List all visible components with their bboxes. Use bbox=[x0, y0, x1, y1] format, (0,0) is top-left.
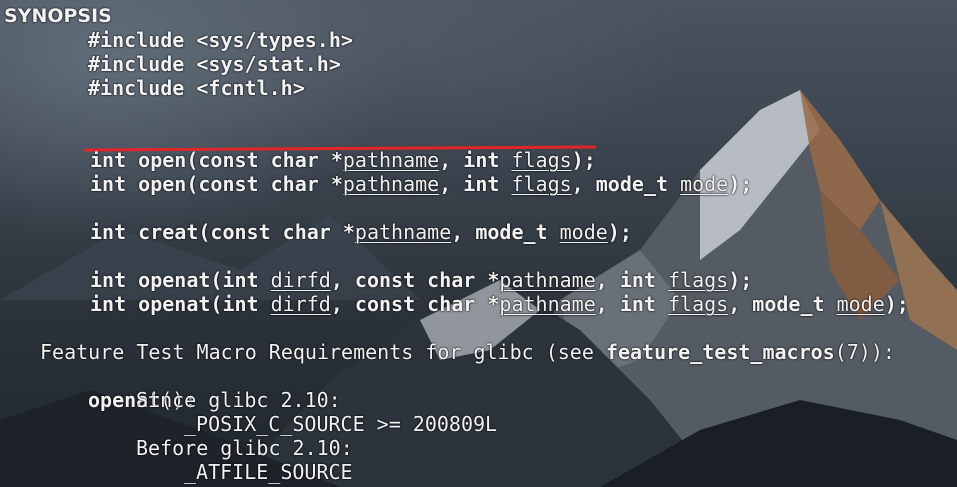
openat-mode-signature-end: ); bbox=[884, 292, 909, 316]
param-mode: mode bbox=[680, 172, 729, 196]
open-prototype-line: int open(const char *pathname, int flags… bbox=[90, 124, 596, 172]
atfile-source-macro: _ATFILE_SOURCE bbox=[184, 460, 353, 484]
feature-test-line: Feature Test Macro Requirements for glib… bbox=[40, 316, 895, 364]
param-mode: mode bbox=[559, 220, 608, 244]
include-sys-stat: #include <sys/stat.h> bbox=[88, 52, 341, 76]
include-fcntl: #include <fcntl.h> bbox=[88, 76, 305, 100]
since-glibc-label: Since glibc 2.10: bbox=[136, 388, 341, 412]
param-mode: mode bbox=[836, 292, 885, 316]
param-pathname: pathname bbox=[354, 220, 452, 244]
open-mode-signature-sep2: , mode_t bbox=[571, 172, 681, 196]
posix-c-source-macro: _POSIX_C_SOURCE >= 200809L bbox=[184, 412, 498, 436]
feature-test-macros-ref: feature_test_macros bbox=[605, 340, 835, 364]
openat-mode-signature-sep2: , int bbox=[595, 292, 668, 316]
open-mode-prototype-line: int open(const char *pathname, int flags… bbox=[90, 148, 752, 196]
openat-mode-prototype-line: int openat(int dirfd, const char *pathna… bbox=[90, 268, 909, 316]
synopsis-heading: SYNOPSIS bbox=[4, 5, 112, 27]
before-glibc-label: Before glibc 2.10: bbox=[136, 436, 353, 460]
creat-signature-prefix: int creat(const char * bbox=[90, 220, 355, 244]
feature-test-intro: Feature Test Macro Requirements for glib… bbox=[40, 340, 606, 364]
include-sys-types: #include <sys/types.h> bbox=[88, 28, 353, 52]
feature-test-ref-tail: (7)): bbox=[834, 340, 895, 364]
open-mode-signature-prefix: int open(const char * bbox=[90, 172, 343, 196]
openat-mode-signature-prefix: int openat(int bbox=[90, 292, 271, 316]
param-flags: flags bbox=[668, 292, 729, 316]
creat-signature-end: ); bbox=[607, 220, 632, 244]
open-mode-signature-sep: , int bbox=[439, 172, 512, 196]
param-dirfd: dirfd bbox=[270, 292, 331, 316]
openat-mode-signature-sep3: , mode_t bbox=[728, 292, 837, 316]
open-mode-signature-end: ); bbox=[728, 172, 753, 196]
openat-mode-signature-sep: , const char * bbox=[330, 292, 500, 316]
param-pathname: pathname bbox=[342, 172, 440, 196]
param-flags: flags bbox=[511, 172, 572, 196]
creat-signature-sep: , mode_t bbox=[451, 220, 560, 244]
creat-prototype-line: int creat(const char *pathname, mode_t m… bbox=[90, 196, 632, 244]
openat-prototype-line: int openat(int dirfd, const char *pathna… bbox=[90, 244, 752, 292]
param-pathname: pathname bbox=[499, 292, 596, 316]
openat-requirement-heading: openat(): bbox=[88, 364, 196, 412]
